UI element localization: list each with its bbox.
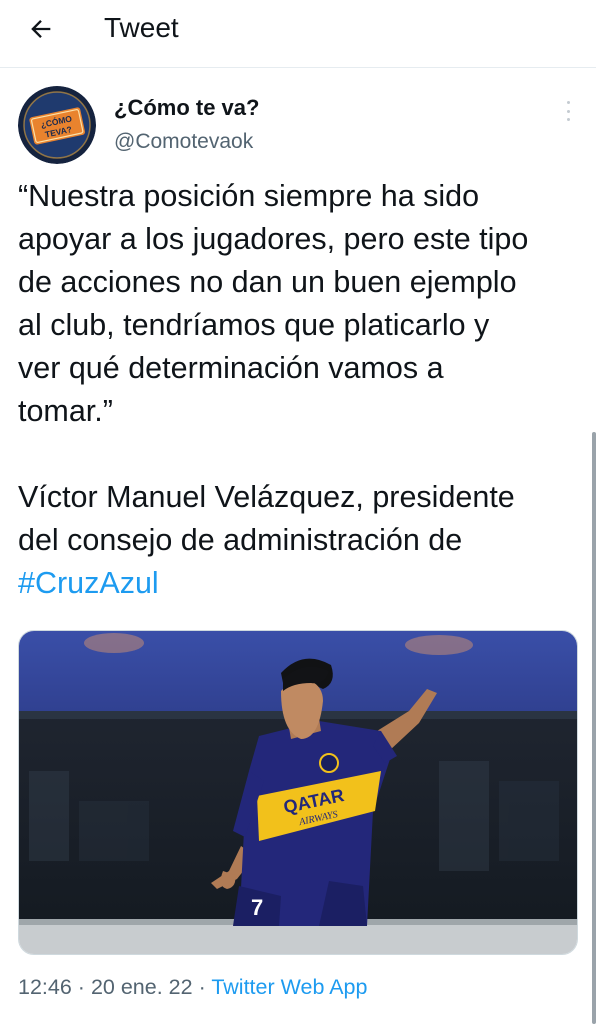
tweet-quote: “Nuestra posición siempre ha sido apoyar… [18, 179, 529, 428]
tweet-time: 12:46 [18, 975, 72, 999]
scrollbar[interactable] [592, 432, 596, 1024]
tweet-author: ¿CÓMO TEVA? ¿Cómo te va? @Comotevaok [18, 86, 578, 166]
tweet-date: 20 ene. 22 [90, 975, 193, 999]
meta-separator: · [77, 975, 85, 999]
page-title: Tweet [104, 12, 179, 43]
tweet-meta: 12:46 · 20 ene. 22 · Twitter Web App [18, 973, 367, 1001]
hashtag-link[interactable]: #CruzAzul [18, 566, 159, 600]
tweet-media-photo[interactable]: QATAR AIRWAYS 7 [18, 630, 578, 955]
top-bar: Tweet [0, 0, 596, 68]
vertical-dots-icon[interactable] [558, 98, 578, 124]
arrow-left-icon [31, 20, 51, 38]
source-app-link[interactable]: Twitter Web App [211, 975, 367, 999]
user-handle[interactable]: @Comotevaok [114, 129, 253, 155]
back-button[interactable] [24, 12, 58, 46]
display-name[interactable]: ¿Cómo te va? [114, 94, 259, 122]
jersey-number: 7 [251, 895, 263, 920]
tweet-text: “Nuestra posición siempre ha sido apoyar… [18, 175, 590, 605]
tweet-attribution: Víctor Manuel Velázquez, presidente del … [18, 480, 515, 557]
meta-separator-2: · [198, 975, 206, 999]
photo-icon: QATAR AIRWAYS 7 [19, 631, 577, 954]
avatar[interactable]: ¿CÓMO TEVA? [18, 86, 96, 164]
